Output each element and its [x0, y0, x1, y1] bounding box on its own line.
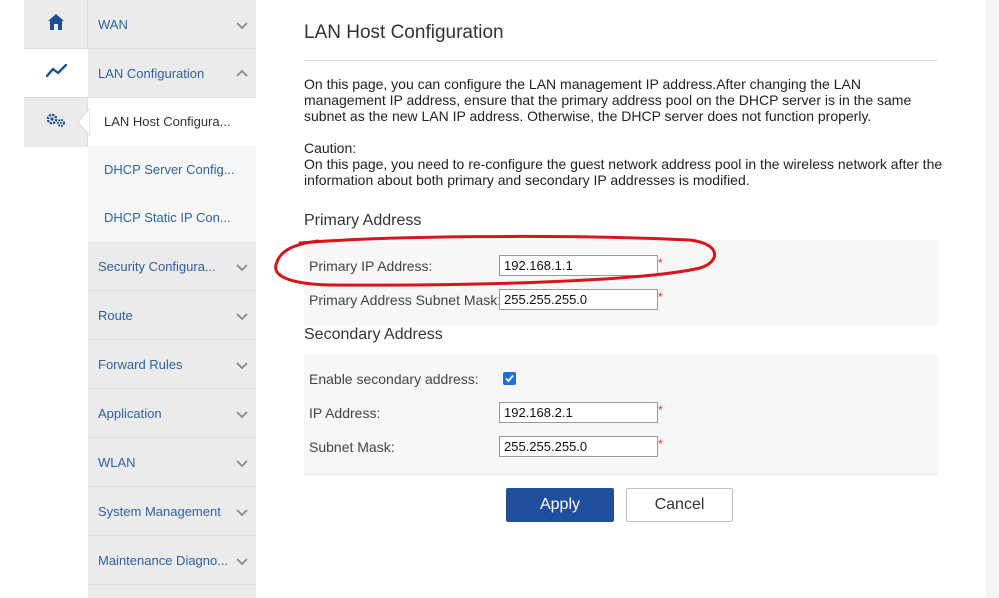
chevron-down-icon: [236, 411, 248, 419]
primary-mask-label: Primary Address Subnet Mask:: [309, 292, 502, 308]
nav-sub-label: LAN Host Configura...: [104, 114, 231, 129]
nav-item-forward-rules[interactable]: Forward Rules: [88, 340, 256, 389]
nav-sub-lan-host[interactable]: LAN Host Configura...: [88, 98, 256, 146]
nav-item-wlan[interactable]: WLAN: [88, 438, 256, 487]
button-bar: Apply Cancel: [304, 474, 938, 536]
gears-icon: [45, 111, 67, 134]
secondary-section-title: Secondary Address: [304, 326, 443, 343]
nav-sub-dhcp-server[interactable]: DHCP Server Config...: [88, 146, 256, 194]
nav-item-label: Forward Rules: [98, 357, 183, 372]
nav-item-label: LAN Configuration: [98, 66, 205, 81]
chevron-down-icon: [236, 558, 248, 566]
check-icon: [505, 374, 514, 383]
apply-button[interactable]: Apply: [506, 488, 614, 522]
main-content: LAN Host Configuration On this page, you…: [256, 0, 999, 598]
home-icon: [46, 12, 66, 37]
chevron-down-icon: [236, 264, 248, 272]
nav-item-label: Route: [98, 308, 133, 323]
nav-item-maintenance[interactable]: Maintenance Diagno...: [88, 536, 256, 585]
nav-sub-dhcp-static[interactable]: DHCP Static IP Con...: [88, 194, 256, 242]
caution-heading: Caution:: [304, 140, 357, 156]
page-title: LAN Host Configuration: [304, 22, 504, 43]
required-marker: *: [658, 437, 663, 451]
nav-item-lan-configuration[interactable]: LAN Configuration: [88, 49, 256, 98]
caution-text: On this page, you need to re-configure t…: [304, 156, 943, 188]
nav-item-label: WAN: [98, 17, 128, 32]
enable-secondary-checkbox[interactable]: [503, 372, 516, 385]
nav-item-label: Application: [98, 406, 162, 421]
trend-icon: [45, 63, 68, 84]
chevron-down-icon: [236, 362, 248, 370]
required-marker: *: [658, 256, 663, 270]
chevron-up-icon: [236, 69, 248, 77]
nav-sub-label: DHCP Server Config...: [104, 162, 235, 177]
primary-ip-label: Primary IP Address:: [309, 258, 433, 274]
nav-item-label: Security Configura...: [98, 259, 216, 274]
active-pointer-icon: [77, 108, 90, 136]
nav-item-application[interactable]: Application: [88, 389, 256, 438]
required-marker: *: [658, 403, 663, 417]
chevron-down-icon: [236, 22, 248, 30]
primary-ip-input[interactable]: [499, 255, 658, 276]
secondary-mask-label: Subnet Mask:: [309, 439, 395, 455]
enable-secondary-label: Enable secondary address:: [309, 371, 479, 387]
chevron-down-icon: [236, 509, 248, 517]
secondary-ip-label: IP Address:: [309, 405, 381, 421]
cancel-button[interactable]: Cancel: [626, 488, 733, 522]
nav-item-label: Maintenance Diagno...: [98, 553, 229, 568]
secondary-ip-input[interactable]: [499, 402, 658, 423]
nav-item-label: System Management: [98, 504, 221, 519]
sidebar-nav: WAN LAN Configuration LAN Host Configura…: [88, 0, 256, 598]
primary-section-title: Primary Address: [304, 212, 422, 229]
rail-home[interactable]: [24, 0, 88, 48]
nav-sub-label: DHCP Static IP Con...: [104, 210, 231, 225]
page-description: On this page, you can configure the LAN …: [304, 76, 912, 124]
secondary-mask-input[interactable]: [499, 436, 658, 457]
config-panel: LAN Host Configuration On this page, you…: [256, 0, 986, 598]
primary-mask-input[interactable]: [499, 289, 658, 310]
required-marker: *: [658, 290, 663, 304]
nav-item-wan[interactable]: WAN: [88, 0, 256, 49]
title-divider: [304, 60, 938, 61]
nav-item-system-management[interactable]: System Management: [88, 487, 256, 536]
primary-section-box: [304, 240, 938, 326]
rail-trend[interactable]: [24, 49, 89, 97]
nav-item-label: WLAN: [98, 455, 136, 470]
chevron-down-icon: [236, 313, 248, 321]
nav-item-route[interactable]: Route: [88, 291, 256, 340]
nav-item-security[interactable]: Security Configura...: [88, 242, 256, 291]
chevron-down-icon: [236, 460, 248, 468]
